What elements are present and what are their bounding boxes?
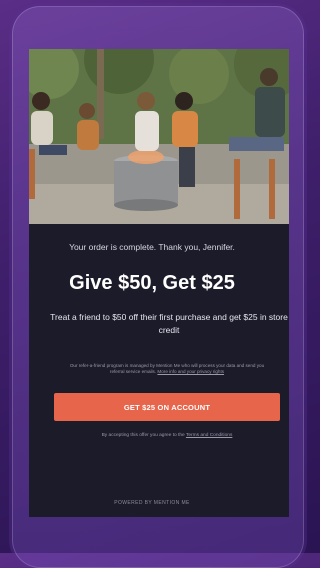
- hero-illustration: [29, 49, 289, 224]
- powered-by-footer: POWERED BY MENTION ME: [114, 500, 190, 506]
- hero-photo: [29, 49, 289, 224]
- privacy-fineprint: Our refer-a-friend program is managed by…: [69, 363, 265, 375]
- privacy-info-link[interactable]: More info and your privacy rights: [157, 369, 224, 374]
- offer-description: Treat a friend to $50 off their first pu…: [50, 312, 288, 335]
- terms-notice: By accepting this offer you agree to the…: [47, 433, 287, 438]
- get-credit-button[interactable]: GET $25 ON ACCOUNT: [54, 393, 280, 421]
- offer-headline: Give $50, Get $25: [69, 272, 235, 294]
- terms-prefix: By accepting this offer you agree to the: [101, 433, 185, 438]
- terms-link[interactable]: Terms and Conditions: [186, 433, 232, 438]
- order-confirmation-text: Your order is complete. Thank you, Jenni…: [69, 242, 235, 252]
